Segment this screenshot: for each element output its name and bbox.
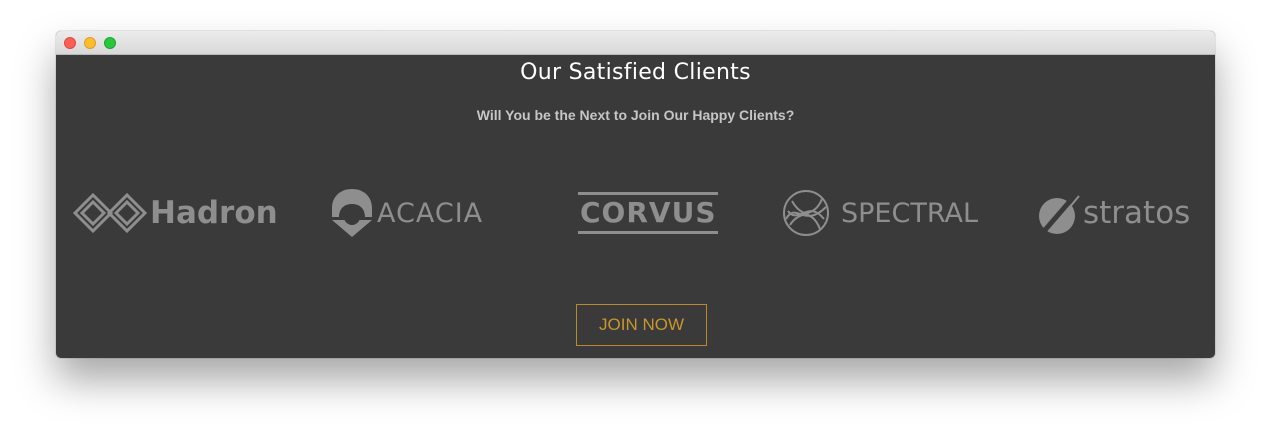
hadron-logo-icon xyxy=(72,192,148,234)
client-logo-acacia: ACACIA xyxy=(331,188,483,238)
section-title: Our Satisfied Clients xyxy=(520,60,751,85)
stratos-logo-icon xyxy=(1039,191,1080,234)
client-logo-hadron: Hadron xyxy=(72,188,278,238)
zoom-window-button[interactable] xyxy=(104,37,116,49)
clients-section: Our Satisfied Clients Will You be the Ne… xyxy=(56,55,1215,358)
client-name-spectral: SPECTRAL xyxy=(841,197,979,229)
client-logo-corvus: CORVUS xyxy=(578,188,719,238)
client-name-acacia: ACACIA xyxy=(377,197,484,229)
window-titlebar xyxy=(56,31,1215,55)
spectral-logo-icon xyxy=(783,190,829,236)
section-subtitle: Will You be the Next to Join Our Happy C… xyxy=(476,107,795,123)
minimize-window-button[interactable] xyxy=(84,37,96,49)
browser-window: Our Satisfied Clients Will You be the Ne… xyxy=(56,31,1215,358)
client-logo-stratos: stratos xyxy=(1037,188,1190,238)
acacia-logo-icon xyxy=(332,189,372,237)
client-logo-spectral: SPECTRAL xyxy=(782,188,978,238)
client-name-hadron: Hadron xyxy=(150,195,278,231)
close-window-button[interactable] xyxy=(64,37,76,49)
client-name-corvus: CORVUS xyxy=(578,192,719,234)
client-name-stratos: stratos xyxy=(1083,195,1191,231)
join-now-button[interactable]: JOIN NOW xyxy=(576,304,707,346)
